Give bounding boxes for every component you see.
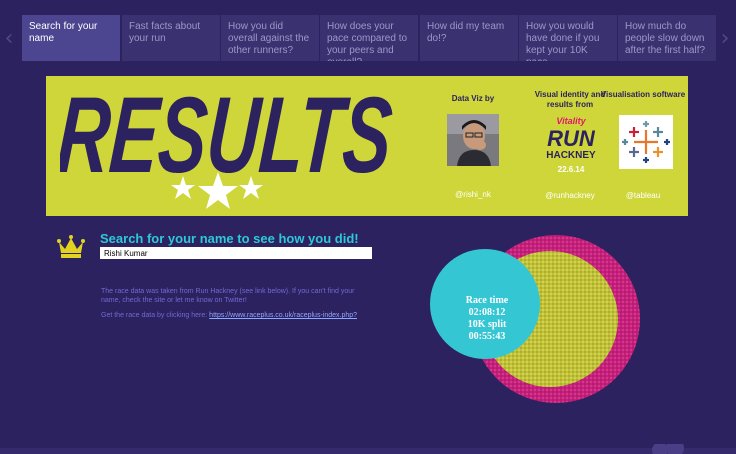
- star-icon: [171, 176, 195, 199]
- race-data-link[interactable]: https://www.raceplus.co.uk/raceplus-inde…: [209, 312, 357, 319]
- info-link-line: Get the race data by clicking here: http…: [101, 311, 363, 320]
- tab-label: How does your pace compared to your peer…: [327, 21, 408, 61]
- chevron-left-icon[interactable]: ‹: [2, 28, 16, 50]
- twitter-handle[interactable]: @tableau: [598, 191, 688, 201]
- tab-label: How you would have done if you kept your…: [526, 21, 600, 61]
- credit-heading: Visualisation software: [600, 90, 686, 99]
- race-time-readout: Race time 02:08:12 10K split 00:55:43: [440, 295, 534, 343]
- svg-text:RUN: RUN: [547, 126, 596, 151]
- tab-label: How you did overall against the other ru…: [228, 21, 310, 56]
- twitter-handle[interactable]: @rishi_nk: [428, 190, 518, 200]
- tab-slow-down[interactable]: How much do people slow down after the f…: [618, 15, 716, 61]
- split-label: 10K split: [467, 319, 507, 330]
- tab-label: How much do people slow down after the f…: [625, 21, 706, 56]
- svg-text:22.6.14: 22.6.14: [558, 165, 585, 174]
- tab-10k-pace[interactable]: How you would have done if you kept your…: [519, 15, 617, 61]
- tab-label: Fast facts about your run: [129, 21, 201, 44]
- svg-text:HACKNEY: HACKNEY: [546, 150, 596, 161]
- split-time-value: 00:55:43: [468, 331, 506, 342]
- chevron-right-icon[interactable]: ›: [718, 28, 732, 50]
- info-link-prefix: Get the race data by clicking here:: [101, 312, 210, 319]
- credit-heading: Data Viz by: [451, 94, 495, 103]
- data-source-info: The race data was taken from Run Hackney…: [101, 287, 363, 333]
- tab-search-name[interactable]: Search for your name: [22, 15, 120, 61]
- bottom-decoration: [0, 444, 736, 454]
- svg-text:RESULTS: RESULTS: [60, 74, 396, 184]
- crown-icon: [57, 235, 85, 258]
- star-icon: [198, 172, 238, 209]
- results-banner: RESULTS Data Viz by @rishi_nk Visual ide…: [46, 74, 688, 216]
- author-photo: [447, 114, 499, 166]
- tab-label: How did my team do!?: [427, 21, 505, 44]
- tab-team[interactable]: How did my team do!?: [420, 15, 518, 61]
- race-time-value: 02:08:12: [468, 307, 506, 318]
- name-search-input[interactable]: [100, 247, 372, 259]
- tab-pace[interactable]: How does your pace compared to your peer…: [320, 15, 418, 61]
- tab-fast-facts[interactable]: Fast facts about your run: [122, 15, 220, 61]
- svg-text:Vitality: Vitality: [556, 116, 586, 126]
- tab-label: Search for your name: [29, 21, 98, 44]
- star-icon: [239, 176, 263, 199]
- tableau-logo: [619, 115, 673, 169]
- tab-overall[interactable]: How you did overall against the other ru…: [221, 15, 319, 61]
- run-hackney-logo: Vitality RUN HACKNEY 22.6.14: [545, 114, 597, 182]
- race-time-label: Race time: [465, 295, 509, 306]
- story-navigation: Search for your name Fast facts about yo…: [22, 15, 716, 61]
- results-heading: RESULTS: [60, 74, 396, 184]
- stars-decoration: [171, 172, 263, 209]
- search-title: Search for your name to see how you did!: [100, 231, 359, 246]
- info-text: The race data was taken from Run Hackney…: [101, 288, 355, 304]
